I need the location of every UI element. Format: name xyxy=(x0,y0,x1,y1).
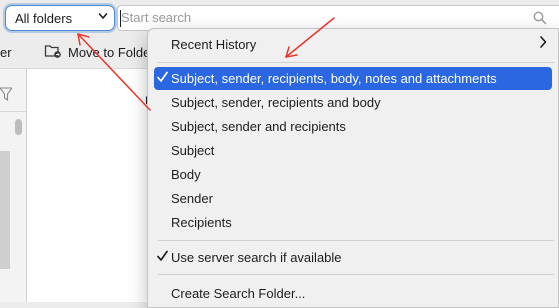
menu-option-subject[interactable]: Subject xyxy=(154,139,552,162)
menu-item-label: Subject, sender and recipients xyxy=(171,119,346,134)
menu-option-all-fields[interactable]: Subject, sender, recipients, body, notes… xyxy=(154,67,552,90)
search-icon xyxy=(533,11,547,28)
menu-separator xyxy=(158,62,554,63)
toolbar-button-truncated[interactable]: er xyxy=(0,45,12,60)
menu-separator xyxy=(158,240,554,241)
menu-item-label: Sender xyxy=(171,191,213,206)
menu-option-server-search[interactable]: Use server search if available xyxy=(154,246,552,269)
menu-option-body[interactable]: Body xyxy=(154,163,552,186)
scrollbar-thumb[interactable] xyxy=(15,119,22,135)
menu-option-subject-sender-recipients[interactable]: Subject, sender and recipients xyxy=(154,115,552,138)
menu-item-label: Subject, sender, recipients and body xyxy=(171,95,381,110)
menu-item-label: Recipients xyxy=(171,215,232,230)
checkmark-icon xyxy=(157,250,168,265)
menu-option-subject-sender-recipients-body[interactable]: Subject, sender, recipients and body xyxy=(154,91,552,114)
menu-option-sender[interactable]: Sender xyxy=(154,187,552,210)
menu-item-recent-history[interactable]: Recent History xyxy=(154,33,552,56)
chevron-down-icon xyxy=(98,10,108,25)
selected-row-highlight xyxy=(0,151,10,269)
menu-item-label: Body xyxy=(171,167,201,182)
folder-scope-label: All folders xyxy=(15,11,73,26)
move-folder-icon[interactable] xyxy=(44,43,62,62)
menu-item-label: Subject xyxy=(171,143,215,158)
menu-item-label: Subject, sender, recipients, body, notes… xyxy=(171,71,497,86)
search-options-menu: Recent History Subject, sender, recipien… xyxy=(147,28,559,308)
menu-item-label: Recent History xyxy=(171,37,257,52)
filter-icon[interactable] xyxy=(0,87,14,104)
folder-pane xyxy=(0,69,27,302)
menu-option-recipients[interactable]: Recipients xyxy=(154,211,552,234)
menu-item-label: Create Search Folder... xyxy=(171,286,306,301)
folder-pane-header xyxy=(0,69,26,112)
folder-scope-select[interactable]: All folders xyxy=(5,5,115,31)
move-to-folder-button[interactable]: Move to Folde xyxy=(68,45,150,60)
search-input[interactable] xyxy=(121,10,521,25)
menu-separator xyxy=(158,274,554,275)
chevron-right-icon xyxy=(539,35,547,52)
menu-item-label: Use server search if available xyxy=(171,250,342,265)
checkmark-icon xyxy=(157,71,168,86)
